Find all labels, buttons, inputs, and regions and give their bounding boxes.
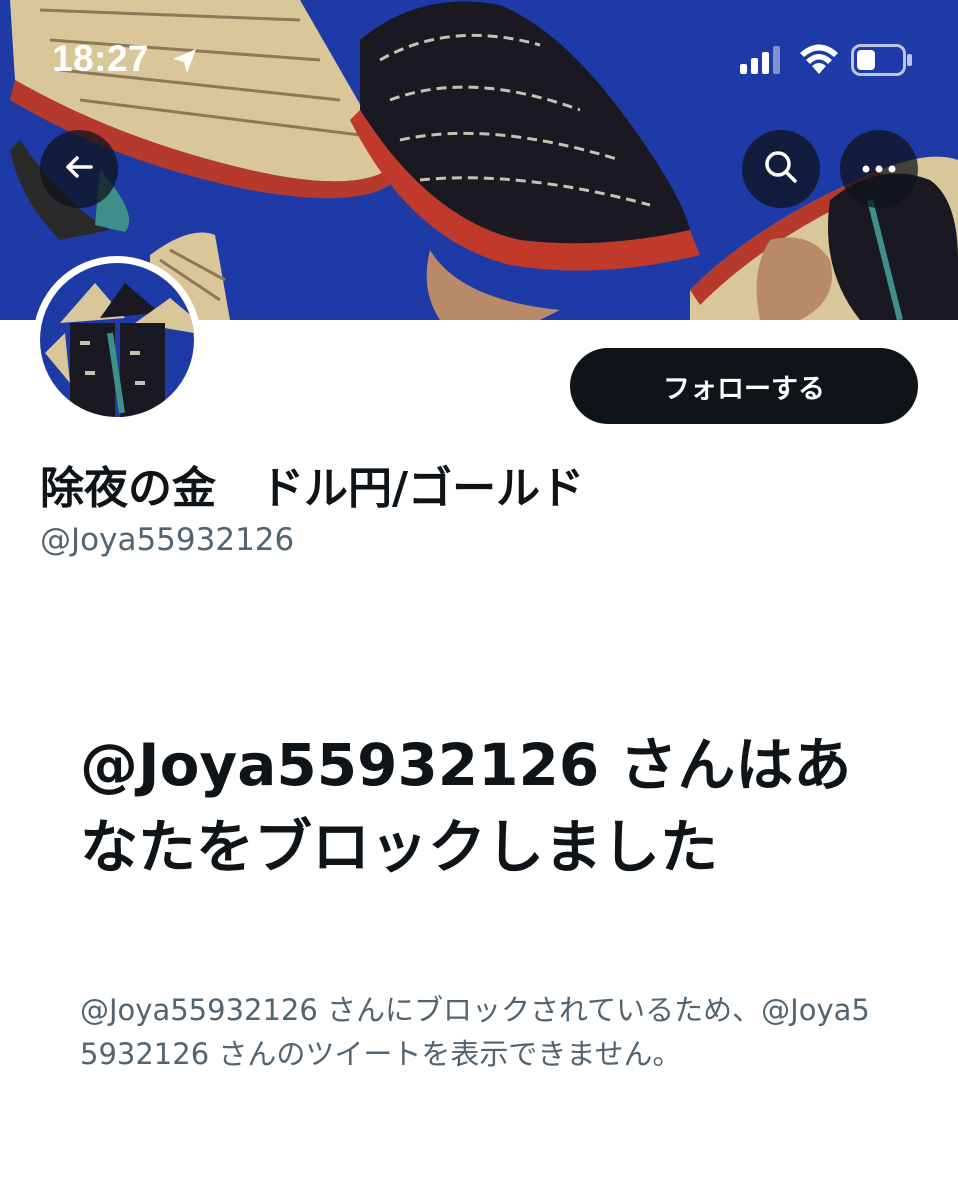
more-options-button[interactable] [840,130,918,208]
back-button[interactable] [40,130,118,208]
battery-icon [851,44,913,80]
blocked-description: @Joya55932126 さんにブロックされているため、@Joya559321… [80,993,870,1071]
arrow-left-icon [61,149,97,189]
blocked-title: @Joya55932126 さんはあなたをブロックしました [80,731,852,881]
user-handle: @Joya55932126 [40,522,295,558]
avatar[interactable] [33,256,201,424]
search-icon [762,148,800,190]
wifi-icon [798,42,840,80]
search-button[interactable] [742,130,820,208]
display-name: 除夜の金 ドル円/ゴールド [40,463,585,514]
status-time: 18:27 [52,38,150,79]
follow-button[interactable]: フォローする [570,348,918,424]
cellular-signal-icon [740,46,784,78]
location-arrow-icon [170,46,200,80]
status-bar: 18:27 [0,0,958,110]
avatar-image [40,263,194,417]
more-horizontal-icon [860,160,898,179]
